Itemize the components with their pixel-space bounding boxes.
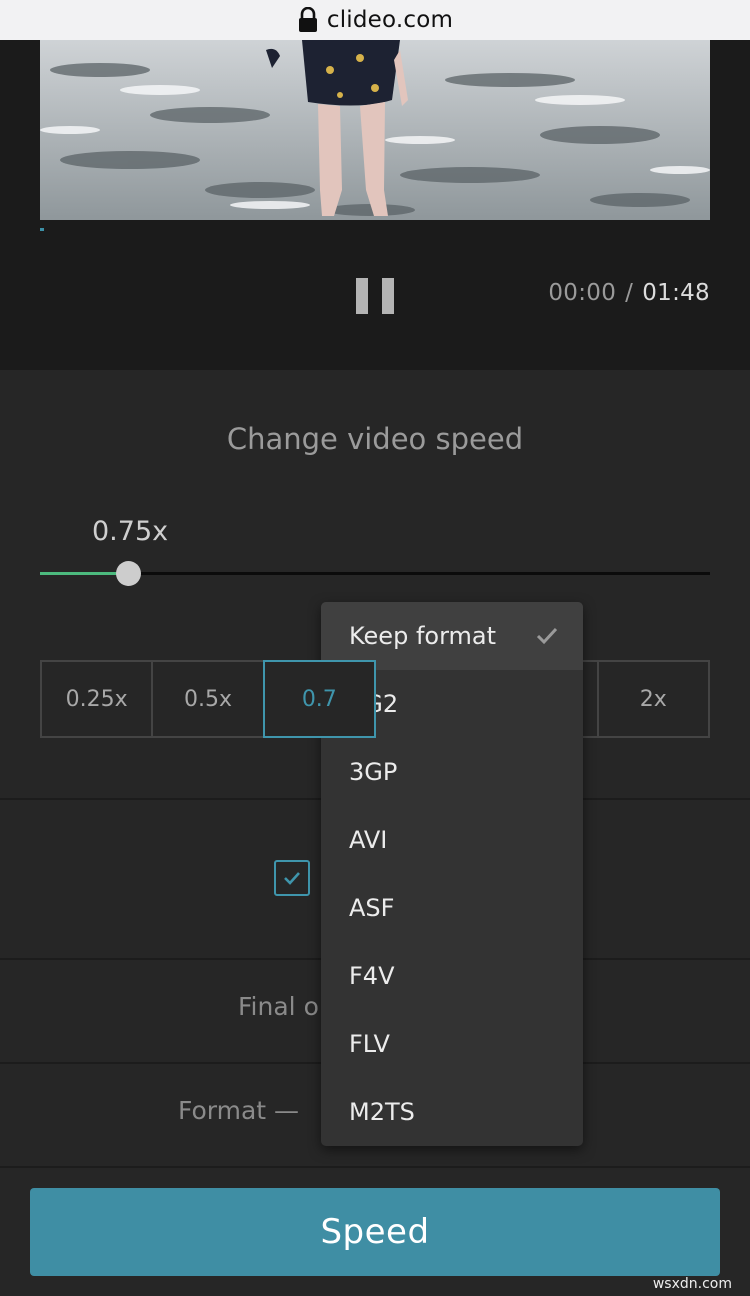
format-option-label: AVI <box>349 826 388 854</box>
time-readout: 00:00 / 01:48 <box>548 280 710 306</box>
speed-value-label: 0.75x <box>92 516 169 547</box>
speed-preset-0-5x[interactable]: 0.5x <box>151 660 265 738</box>
pause-icon[interactable] <box>356 278 394 314</box>
final-output-label: Final o <box>238 992 319 1021</box>
format-option-3gp[interactable]: 3GP <box>321 738 583 806</box>
current-time: 00:00 <box>548 280 617 306</box>
format-option-m2ts[interactable]: M2TS <box>321 1078 583 1146</box>
speed-slider-thumb[interactable] <box>116 561 141 586</box>
browser-url-bar[interactable]: clideo.com <box>0 0 750 40</box>
format-label: Format — <box>178 1096 300 1125</box>
total-time: 01:48 <box>642 280 710 306</box>
url-text: clideo.com <box>326 7 454 33</box>
speed-preset-0-75x[interactable]: 0.7 <box>262 660 376 738</box>
format-option-label: ASF <box>349 894 395 922</box>
format-option-label: M2TS <box>349 1098 415 1126</box>
watermark: wsxdn.com <box>652 1276 732 1292</box>
checkmark-icon <box>284 872 300 885</box>
format-option-f4v[interactable]: F4V <box>321 942 583 1010</box>
video-preview[interactable] <box>40 40 710 220</box>
lock-icon <box>298 7 317 32</box>
speed-preset-0-25x[interactable]: 0.25x <box>40 660 154 738</box>
speed-preset-2x[interactable]: 2x <box>596 660 710 738</box>
format-option-label: Keep format <box>349 622 497 650</box>
format-option-label: 3GP <box>349 758 398 786</box>
format-option-label: F4V <box>349 962 395 990</box>
format-option-label: FLV <box>349 1030 390 1058</box>
format-option-avi[interactable]: AVI <box>321 806 583 874</box>
divider <box>0 1166 750 1168</box>
format-option-asf[interactable]: ASF <box>321 874 583 942</box>
video-player: 00:00 / 01:48 <box>0 40 750 370</box>
section-heading: Change video speed <box>226 422 524 456</box>
format-option-flv[interactable]: FLV <box>321 1010 583 1078</box>
speed-preset-group: 0.25x 0.5x 0.7 2x <box>40 660 710 738</box>
playback-progress[interactable] <box>40 228 44 231</box>
time-separator: / <box>625 280 634 306</box>
mute-checkbox[interactable] <box>274 860 310 896</box>
video-frame-image <box>40 40 710 220</box>
speed-button[interactable]: Speed <box>30 1188 720 1276</box>
check-icon <box>536 627 558 645</box>
